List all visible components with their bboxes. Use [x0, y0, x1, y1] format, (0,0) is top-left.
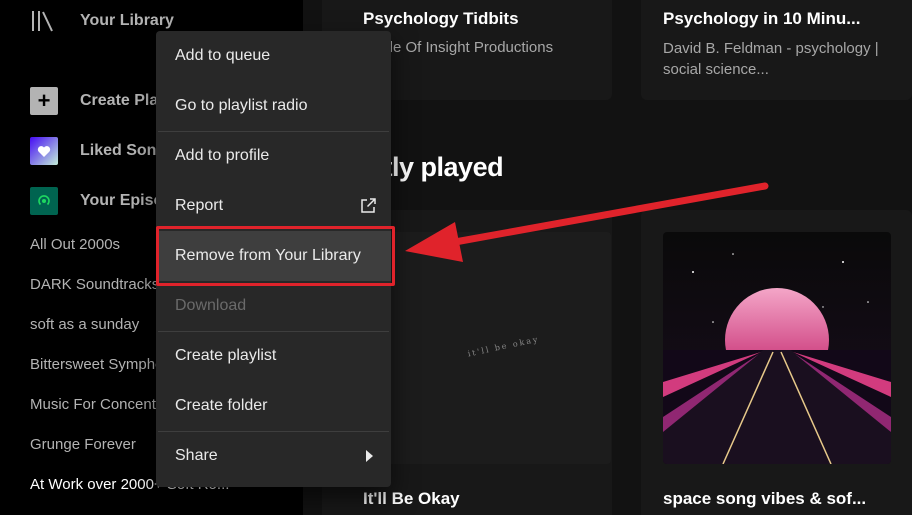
sidebar-playlist-item[interactable]: DARK Soundtracks [30, 276, 159, 293]
menu-item-label: Report [175, 197, 224, 214]
podcast-card[interactable]: Psychology in 10 Minu... David B. Feldma… [641, 0, 912, 100]
menu-item-label: Add to profile [175, 147, 270, 164]
menu-item-label: Go to playlist radio [175, 97, 308, 114]
plus-icon: + [30, 87, 58, 115]
library-icon [32, 11, 53, 32]
sidebar-playlist-item[interactable]: Grunge Forever [30, 436, 136, 453]
your-library-label: Your Library [80, 12, 174, 29]
album-cover: it'll be okay [363, 232, 611, 464]
menu-item-share[interactable]: Share [156, 431, 391, 481]
your-library-link[interactable]: Your Library [30, 10, 174, 32]
menu-item-label: Download [175, 297, 247, 314]
card-title: Psychology Tidbits [363, 9, 519, 28]
menu-item-report[interactable]: Report [156, 181, 391, 231]
card-title: It'll Be Okay [363, 489, 460, 508]
external-link-icon [361, 198, 376, 213]
chevron-right-icon [366, 450, 373, 462]
menu-item-label: Add to queue [175, 47, 271, 64]
liked-songs-link[interactable]: Liked Songs [30, 137, 175, 165]
menu-item-add-to-queue[interactable]: Add to queue [156, 31, 391, 81]
menu-item-download: Download [156, 281, 391, 331]
card-title: Psychology in 10 Minu... [663, 9, 861, 28]
menu-item-label: Create playlist [175, 347, 277, 364]
menu-item-go-to-playlist-radio[interactable]: Go to playlist radio [156, 81, 391, 131]
annotation-highlight-box [156, 226, 395, 286]
card-subtitle: David B. Feldman - psychology | social s… [663, 40, 879, 78]
sidebar-playlist-item[interactable]: soft as a sunday [30, 316, 139, 333]
menu-item-label: Share [175, 447, 218, 464]
card-subtitle: Circle Of Insight Productions [363, 39, 554, 56]
menu-item-add-to-profile[interactable]: Add to profile [156, 131, 391, 181]
sidebar-playlist-item[interactable]: All Out 2000s [30, 236, 120, 253]
menu-item-label: Create folder [175, 397, 268, 414]
card-title: space song vibes & sof... [663, 489, 867, 508]
playlist-card[interactable]: space song vibes & sof... [641, 210, 912, 515]
album-cover [663, 232, 891, 464]
podcast-icon [30, 187, 58, 215]
cover-text: it'll be okay [466, 334, 541, 359]
heart-icon [30, 137, 58, 165]
menu-item-create-playlist[interactable]: Create playlist [156, 331, 391, 381]
menu-item-create-folder[interactable]: Create folder [156, 381, 391, 431]
